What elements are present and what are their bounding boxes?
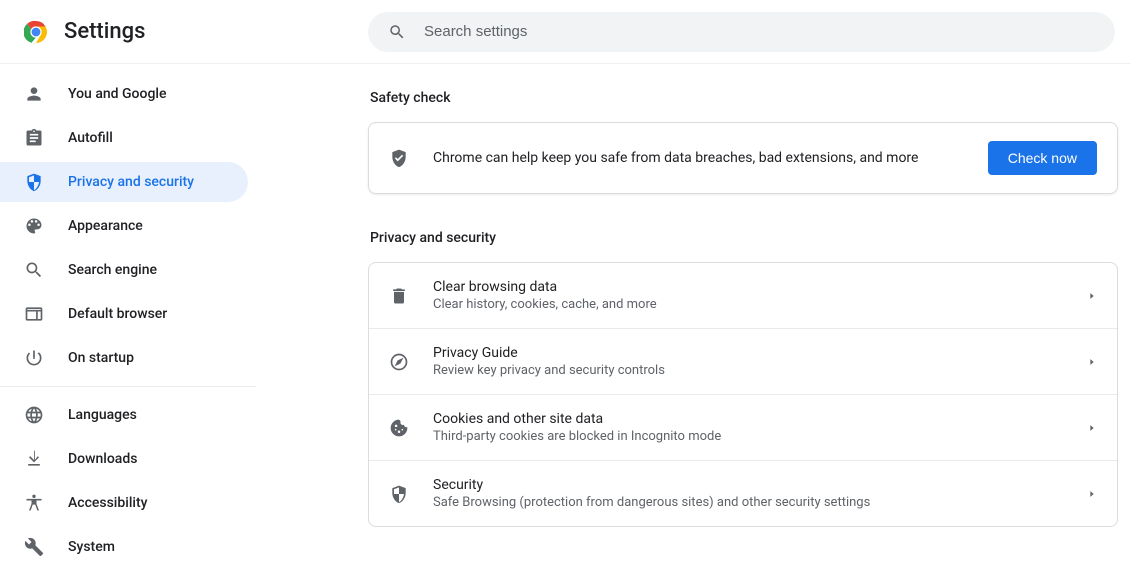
row-privacy-guide[interactable]: Privacy Guide Review key privacy and sec… [369, 329, 1117, 395]
search-icon [24, 260, 44, 280]
sidebar-item-downloads[interactable]: Downloads [0, 439, 248, 479]
cookie-icon [389, 418, 409, 438]
page-title: Settings [64, 19, 145, 44]
sidebar-item-label: Downloads [68, 451, 137, 467]
sidebar-item-label: Autofill [68, 130, 113, 146]
main-content: Safety check Chrome can help keep you sa… [256, 64, 1131, 570]
accessibility-icon [24, 493, 44, 513]
security-shield-icon [389, 484, 409, 504]
sidebar-item-label: Search engine [68, 262, 157, 278]
chevron-right-icon [1087, 357, 1097, 367]
download-icon [24, 449, 44, 469]
chevron-right-icon [1087, 489, 1097, 499]
chevron-right-icon [1087, 291, 1097, 301]
row-sub: Third-party cookies are blocked in Incog… [433, 429, 1087, 444]
row-cookies[interactable]: Cookies and other site data Third-party … [369, 395, 1117, 461]
row-security[interactable]: Security Safe Browsing (protection from … [369, 461, 1117, 526]
sidebar-item-search-engine[interactable]: Search engine [0, 250, 248, 290]
sidebar-item-label: Appearance [68, 218, 143, 234]
sidebar-item-label: Privacy and security [68, 174, 194, 190]
sidebar-item-default-browser[interactable]: Default browser [0, 294, 248, 334]
power-icon [24, 348, 44, 368]
sidebar-item-languages[interactable]: Languages [0, 395, 248, 435]
sidebar-item-label: Default browser [68, 306, 167, 322]
sidebar-item-on-startup[interactable]: On startup [0, 338, 248, 378]
sidebar-item-label: Languages [68, 407, 137, 423]
person-icon [24, 84, 44, 104]
row-sub: Safe Browsing (protection from dangerous… [433, 495, 1087, 510]
row-title: Clear browsing data [433, 279, 1087, 295]
browser-icon [24, 304, 44, 324]
sidebar-item-label: You and Google [68, 86, 166, 102]
search-icon [388, 23, 406, 41]
row-title: Privacy Guide [433, 345, 1087, 361]
row-title: Cookies and other site data [433, 411, 1087, 427]
clipboard-icon [24, 128, 44, 148]
row-clear-browsing-data[interactable]: Clear browsing data Clear history, cooki… [369, 263, 1117, 329]
shield-check-icon [389, 148, 409, 168]
section-heading-privacy: Privacy and security [368, 230, 1118, 246]
sidebar-item-autofill[interactable]: Autofill [0, 118, 248, 158]
section-heading-safety-check: Safety check [368, 90, 1118, 106]
sidebar-item-system[interactable]: System [0, 527, 248, 567]
search-settings-input[interactable] [424, 23, 1095, 40]
sidebar-item-label: On startup [68, 350, 134, 366]
chrome-logo-icon [24, 20, 48, 44]
check-now-button[interactable]: Check now [988, 141, 1097, 175]
chevron-right-icon [1087, 423, 1097, 433]
sidebar-item-privacy-security[interactable]: Privacy and security [0, 162, 248, 202]
row-sub: Clear history, cookies, cache, and more [433, 297, 1087, 312]
compass-icon [389, 352, 409, 372]
sidebar-item-appearance[interactable]: Appearance [0, 206, 248, 246]
sidebar-item-you-and-google[interactable]: You and Google [0, 74, 248, 114]
row-sub: Review key privacy and security controls [433, 363, 1087, 378]
safety-check-row: Chrome can help keep you safe from data … [369, 123, 1117, 193]
wrench-icon [24, 537, 44, 557]
palette-icon [24, 216, 44, 236]
shield-icon [24, 172, 44, 192]
globe-icon [24, 405, 44, 425]
sidebar: You and Google Autofill Privacy and secu… [0, 64, 256, 570]
trash-icon [389, 286, 409, 306]
row-title: Security [433, 477, 1087, 493]
sidebar-item-label: System [68, 539, 115, 555]
sidebar-item-accessibility[interactable]: Accessibility [0, 483, 248, 523]
search-settings-container[interactable] [368, 12, 1115, 52]
safety-check-text: Chrome can help keep you safe from data … [433, 150, 988, 166]
sidebar-divider [0, 386, 256, 387]
sidebar-item-label: Accessibility [68, 495, 147, 511]
